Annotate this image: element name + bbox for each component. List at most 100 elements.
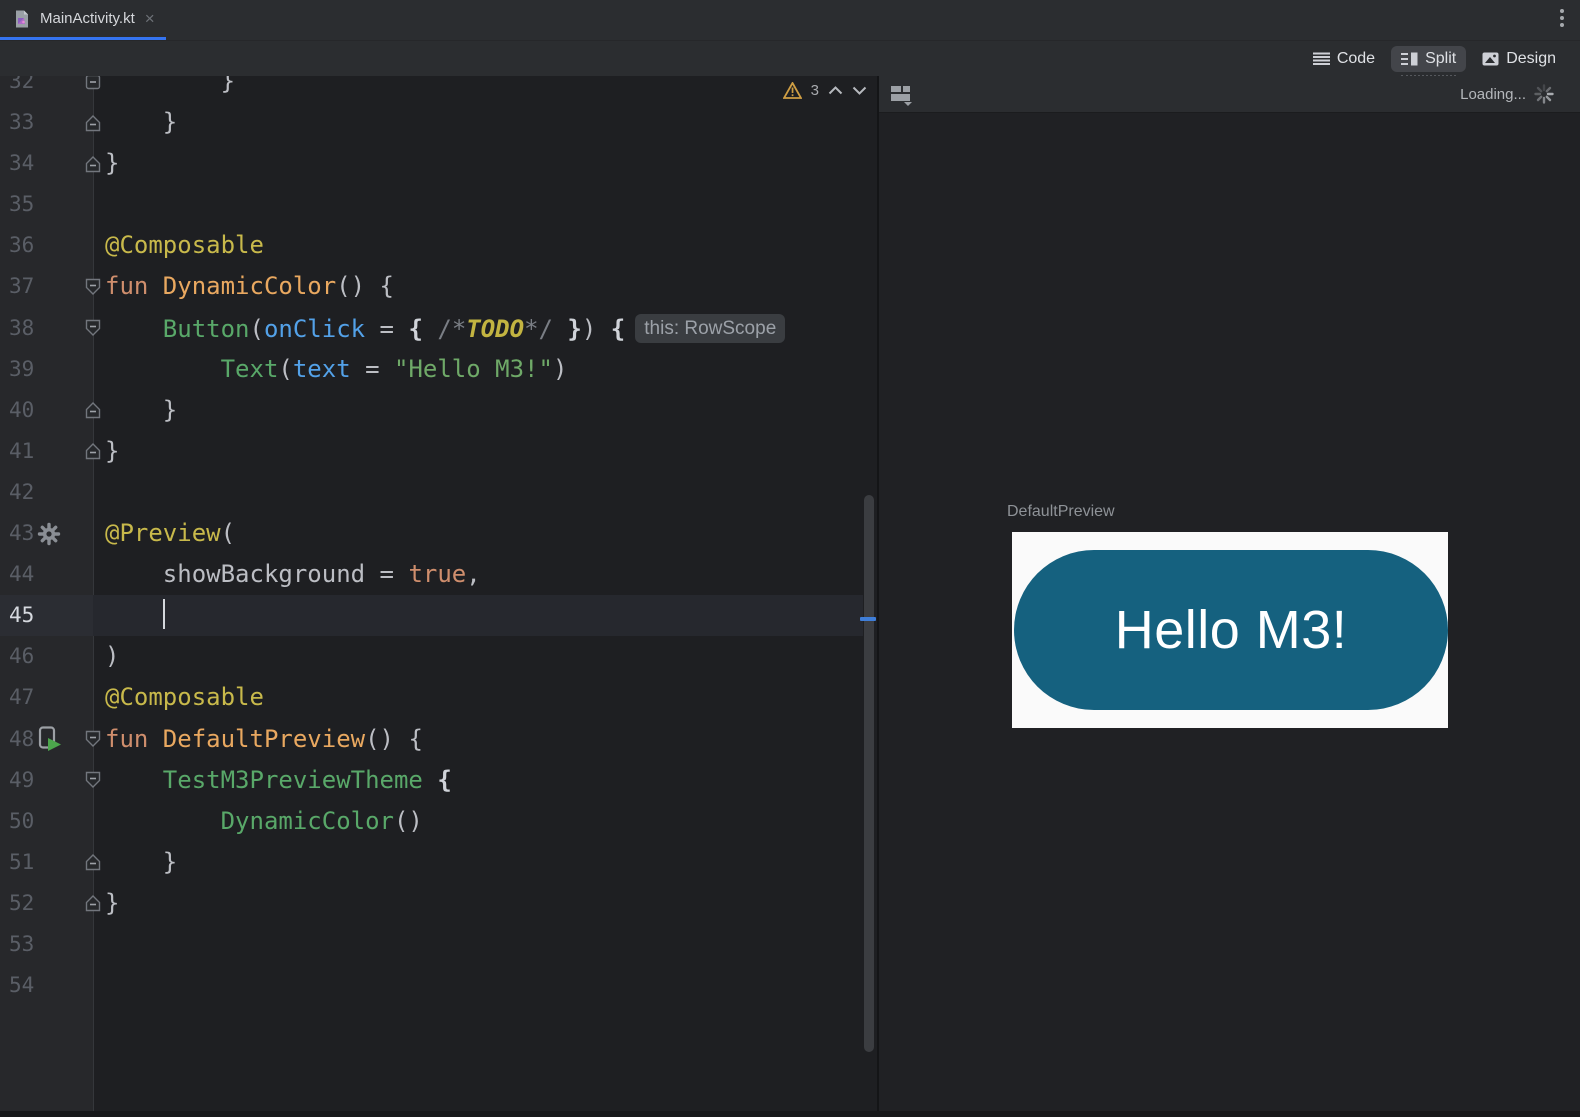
rendered-button[interactable]: Hello M3! [1014, 550, 1448, 710]
token: TODO [466, 314, 525, 343]
active-tab-indicator [0, 37, 166, 40]
code-text[interactable]: ) [93, 636, 863, 677]
token: ) [105, 642, 120, 671]
code-text[interactable]: fun DefaultPreview() { [93, 719, 863, 760]
code-text[interactable]: } [93, 842, 863, 883]
mode-split-button[interactable]: Split [1391, 45, 1467, 77]
fold-box-icon[interactable] [84, 76, 102, 91]
code-line-47: 47 @Composable [0, 677, 863, 718]
code-line-32: 32 } [0, 76, 863, 102]
fold-end-icon[interactable] [84, 853, 102, 871]
run-preview-icon[interactable] [36, 725, 64, 753]
editor-tab-bar: MainActivity.kt × [0, 0, 1580, 41]
code-text[interactable]: DynamicColor() [93, 801, 863, 842]
code-text[interactable]: } [93, 883, 863, 924]
fold-start-icon[interactable] [84, 771, 102, 789]
code-line-52: 52} [0, 883, 863, 924]
code-text[interactable]: } [93, 143, 863, 184]
prev-warning-chevron-up-icon[interactable] [828, 86, 843, 95]
gutter-cell: 34 [0, 143, 101, 184]
token: , [466, 560, 481, 589]
fold-end-icon[interactable] [84, 401, 102, 419]
code-text[interactable]: TestM3PreviewTheme { [93, 760, 863, 801]
tab-label: MainActivity.kt [40, 10, 135, 27]
code-text[interactable]: } [93, 390, 863, 431]
inspection-widget[interactable]: 3 [782, 81, 867, 99]
code-text[interactable] [93, 595, 863, 637]
token: Button [162, 314, 250, 343]
code-text[interactable] [93, 924, 863, 965]
gutter-cell: 49 [0, 760, 101, 801]
token: } [105, 847, 178, 876]
preview-composable-name[interactable]: DefaultPreview [1007, 503, 1115, 521]
fold-end-icon[interactable] [84, 894, 102, 912]
gutter-cell: 38 [0, 308, 101, 349]
line-number: 52 [9, 890, 35, 915]
gutter-cell: 43 [0, 513, 93, 554]
fold-end-icon[interactable] [84, 114, 102, 132]
gutter-cell: 36 [0, 225, 93, 266]
line-number: 46 [9, 644, 35, 669]
code-text[interactable]: @Preview( [93, 513, 863, 554]
fold-start-icon[interactable] [84, 730, 102, 748]
fold-start-icon[interactable] [84, 278, 102, 296]
code-text[interactable]: Button(onClick = { /*TODO*/ }) {this: Ro… [93, 308, 863, 349]
code-lines-icon [1312, 52, 1330, 66]
token: } [552, 314, 582, 343]
fold-end-icon[interactable] [84, 442, 102, 460]
token: "Hello M3!" [394, 354, 553, 383]
code-text[interactable]: } [93, 102, 863, 143]
code-text[interactable]: @Composable [93, 677, 863, 718]
token: true [408, 560, 467, 589]
editor-scrollbar[interactable] [864, 495, 874, 1052]
token: DefaultPreview [162, 724, 366, 753]
gutter-cell: 53 [0, 924, 93, 965]
preview-render-surface[interactable]: Hello M3! [1012, 532, 1448, 728]
code-text[interactable]: showBackground = true, [93, 554, 863, 595]
code-line-38: 38 Button(onClick = { /*TODO*/ }) {this:… [0, 308, 863, 349]
code-text[interactable]: fun DynamicColor() { [93, 266, 863, 307]
code-line-48: 48 fun DefaultPreview() { [0, 719, 863, 760]
token: ( [278, 354, 293, 383]
line-number: 35 [9, 192, 35, 217]
code-text[interactable] [93, 965, 863, 1006]
line-number: 44 [9, 562, 35, 587]
line-number: 34 [9, 151, 35, 176]
gutter-cell: 35 [0, 184, 93, 225]
code-text[interactable] [93, 184, 863, 225]
line-number: 47 [9, 685, 35, 710]
fold-start-icon[interactable] [84, 319, 102, 337]
token: = [365, 314, 409, 343]
token: fun [105, 272, 163, 301]
mode-code-button[interactable]: Code [1303, 46, 1385, 72]
token: } [105, 395, 178, 424]
code-text[interactable]: @Composable [93, 225, 863, 266]
code-text[interactable] [93, 472, 863, 513]
code-text[interactable]: Text(text = "Hello M3!") [93, 349, 863, 390]
token: { [408, 314, 438, 343]
fold-end-icon[interactable] [84, 155, 102, 173]
token: = [350, 354, 394, 383]
gutter-cell: 50 [0, 801, 93, 842]
token: ) [552, 354, 568, 383]
gutter-cell: 44 [0, 554, 93, 595]
preview-canvas-area[interactable]: DefaultPreview Hello M3! [879, 113, 1580, 1117]
next-warning-chevron-down-icon[interactable] [852, 86, 867, 95]
tab-close-icon[interactable]: × [145, 10, 155, 27]
tab-mainactivity[interactable]: MainActivity.kt × [0, 0, 166, 37]
code-editor[interactable]: 32 } 33 } 34} 35 36 @Composable 37 fun DynamicC… [0, 76, 877, 1117]
gutter-cell: 33 [0, 102, 101, 143]
code-line-36: 36 @Composable [0, 225, 863, 266]
token: } [105, 108, 178, 137]
code-text[interactable]: } [93, 431, 863, 472]
preview-layout-switcher-icon[interactable] [889, 82, 913, 106]
mode-design-button[interactable]: Design [1472, 46, 1566, 72]
token: */ [524, 314, 553, 343]
gutter-cell: 54 [0, 965, 93, 1006]
code-text[interactable]: } [93, 76, 863, 102]
preview-settings-gear-icon[interactable] [36, 521, 62, 547]
tab-overflow-menu-icon[interactable] [1560, 9, 1564, 27]
